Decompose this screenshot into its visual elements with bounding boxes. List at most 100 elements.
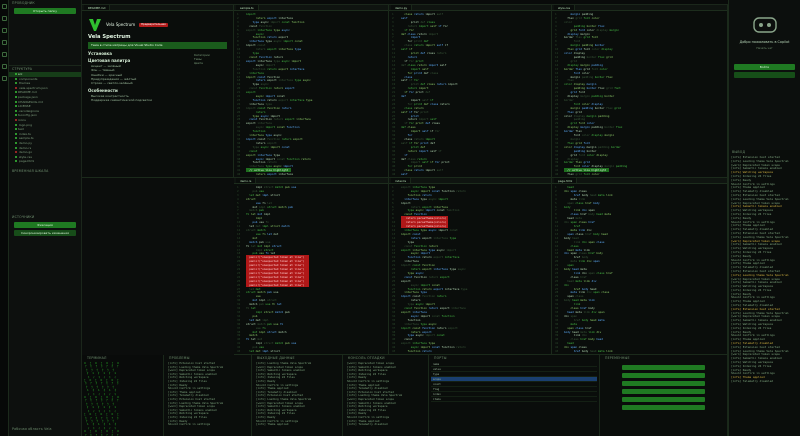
welcome-subtitle: Начать чат	[756, 46, 773, 50]
panel-bar	[622, 405, 705, 410]
readme-title: Vela Spectrum	[106, 21, 136, 27]
panel-bar	[622, 381, 705, 386]
status-dot-icon	[15, 77, 17, 80]
tree-item-label: CHANGELOG.md	[18, 99, 43, 104]
sidebar-spacer	[9, 16, 81, 66]
status-dot-icon	[15, 137, 17, 140]
status-dot-icon	[15, 151, 17, 154]
tree-item-label: demo.go	[18, 150, 33, 155]
sync-button[interactable]: Синхронизировать изменения	[14, 229, 76, 236]
readme-side: Категории Темы Цвета	[194, 53, 210, 65]
bottom-panel-section: ПРОБЛЕМЫ [info] Extension host started [in…	[164, 355, 252, 436]
panel-bar	[622, 373, 705, 378]
tree-item-label: components	[18, 76, 38, 81]
readme-header: Vela Spectrum Предварительная	[88, 18, 227, 32]
tree-item-label: index.ts	[18, 131, 31, 136]
output-line: [info] Theme applied	[256, 423, 289, 427]
editor-pane: index.ts 1 export interface type 2 async i…	[389, 178, 552, 355]
side-item[interactable]: Цвета	[194, 61, 210, 65]
status-dot-icon	[15, 109, 17, 112]
features-list: Высокая контрастность Поддержка семантиче…	[88, 94, 227, 103]
tree-item-label: src	[18, 72, 23, 76]
readme-pane: README.md Vela Spectrum Предварительная …	[82, 5, 234, 178]
code-area[interactable]: 1 margin padding 2 flex grid font color …	[552, 11, 727, 177]
bottom-panel-section: ПЕРЕМЕННЫЕ	[600, 355, 728, 436]
output-panel: ВЫВОД [info] Extension host started [info…	[728, 150, 800, 436]
run-icon[interactable]	[1, 40, 7, 45]
terminal-rain: ТЕРМИНАЛ 0 ｴ 0 ｴ 0 ｴ 0 ｱ ｶ ｱ ｶ ｱ ｶ ｱ ｳ ｸ…	[82, 355, 164, 436]
status-dot-icon	[15, 105, 17, 108]
search-icon[interactable]	[1, 16, 7, 21]
panel-title[interactable]: ПЕРЕМЕННЫЕ	[602, 356, 725, 362]
status-dot-icon	[15, 132, 17, 135]
open-folder-button[interactable]: Открыть папку	[14, 8, 76, 14]
signin-button[interactable]: Войти	[734, 64, 795, 70]
status-dot-icon	[15, 160, 17, 163]
extensions-icon[interactable]	[1, 52, 7, 57]
settings-icon[interactable]	[1, 76, 7, 81]
code-area[interactable]: 1 impl struct match pub use 2 pub use 3 …	[234, 184, 388, 354]
status-dot-icon	[15, 73, 17, 75]
tree-item-label: README.md	[18, 90, 37, 95]
welcome-panel: Добро пожаловать в Copilot Начать чат Во…	[728, 0, 800, 150]
account-icon[interactable]	[1, 64, 7, 69]
status-dot-icon	[15, 123, 17, 126]
status-dot-icon	[15, 82, 17, 85]
status-dot-icon	[15, 146, 17, 149]
tree-item-label: tsconfig.json	[18, 113, 38, 118]
status-dot-icon	[15, 155, 17, 158]
panel-bar	[622, 389, 705, 394]
panel-bar	[622, 365, 705, 370]
tree-item-label: .vscodeignore	[18, 108, 40, 113]
activity-bar	[0, 0, 9, 436]
tree-item-label: logo.png	[18, 122, 32, 127]
editor-pane: demo.py 1 class return import self 2 self …	[389, 5, 552, 178]
palette-list: Акцент — зелёный Фон — тёмный Ошибки — кра…	[88, 64, 227, 85]
editor-pane: style.css 1 margin padding 2 flex grid fo…	[552, 5, 728, 178]
editor-pane: sample.ts 1 import 2 return export interfa…	[234, 5, 389, 178]
bottom-panel-section: ПОРТЫ name value type scope count flag index ite…	[429, 355, 600, 436]
welcome-title: Добро пожаловать в Copilot	[739, 40, 790, 44]
editor-pane: page.html 1 head 2 div span class 3 href b…	[552, 178, 728, 355]
bottom-panel-section: КОНСОЛЬ ОТЛАДКИ [warn] Deprecated token s…	[343, 355, 429, 436]
secondary-button[interactable]	[734, 72, 795, 78]
status-dot-icon	[15, 141, 17, 144]
tree-item-label: icons	[18, 117, 26, 122]
status-dot-icon	[15, 128, 17, 131]
table-row[interactable]: items	[431, 397, 597, 402]
tree-item-label: themes	[18, 81, 31, 86]
panel-bar	[622, 397, 705, 402]
tree-item-label: LICENSE	[18, 104, 31, 109]
features-heading: Особенности	[88, 87, 118, 93]
readme-h1: Vela Spectrum	[88, 34, 131, 40]
tree-item-label: demo.py	[18, 140, 33, 145]
code-area[interactable]: 1 head 2 div span class 3 href body head …	[552, 184, 727, 354]
status-dot-icon	[15, 95, 17, 98]
tree-item-label: vela-spectrum.json	[18, 85, 48, 90]
code-area[interactable]: 1 export interface type 2 async import co…	[389, 184, 551, 354]
log-lines: [info] Extension host started [info] Load…	[729, 156, 800, 384]
timeline-header[interactable]: ВРЕМЕННАЯ ШКАЛА	[9, 168, 81, 174]
status-dot-icon	[15, 91, 17, 94]
tree-item-label: sample.ts	[18, 136, 34, 141]
features-item: Поддержка семантической подсветки	[91, 98, 153, 103]
code-area[interactable]: 1 import 2 return export interface 3 type…	[234, 11, 388, 177]
bottom-panel: ТЕРМИНАЛ 0 ｴ 0 ｴ 0 ｴ 0 ｱ ｶ ｱ ｶ ｱ ｶ ｱ ｳ ｸ…	[82, 355, 728, 436]
status-dot-icon	[15, 86, 17, 89]
tree-item[interactable]: page.html	[9, 159, 81, 164]
git-icon[interactable]	[1, 28, 7, 33]
output-line: Should Confirm in settings	[168, 423, 211, 427]
tree-item-label: test	[18, 127, 24, 132]
sidebar-header: ПРОВОДНИК	[12, 1, 35, 5]
commit-button[interactable]: Фиксация	[14, 221, 76, 228]
palette-item: Строки — светло-зелёный	[91, 81, 133, 86]
preview-badge: Предварительная	[139, 22, 168, 28]
output-line: [info] Telemetry disabled	[347, 423, 388, 427]
code-area[interactable]: 1 class return import self 2 self 3 print…	[389, 11, 551, 177]
file-tree: src components themes vela-spectrum.json…	[9, 72, 81, 164]
matrix-rain: 0 ｴ 0 ｴ 0 ｴ 0 ｱ ｶ ｱ ｶ ｱ ｶ ｱ ｳ ｸ ｳ ｸ ｳ ｸ …	[84, 362, 120, 436]
workspace-footer: Рабочая область Vela	[12, 427, 52, 431]
status-dot-icon	[15, 100, 17, 103]
files-icon[interactable]	[1, 4, 7, 9]
copilot-logo-icon	[751, 14, 779, 36]
